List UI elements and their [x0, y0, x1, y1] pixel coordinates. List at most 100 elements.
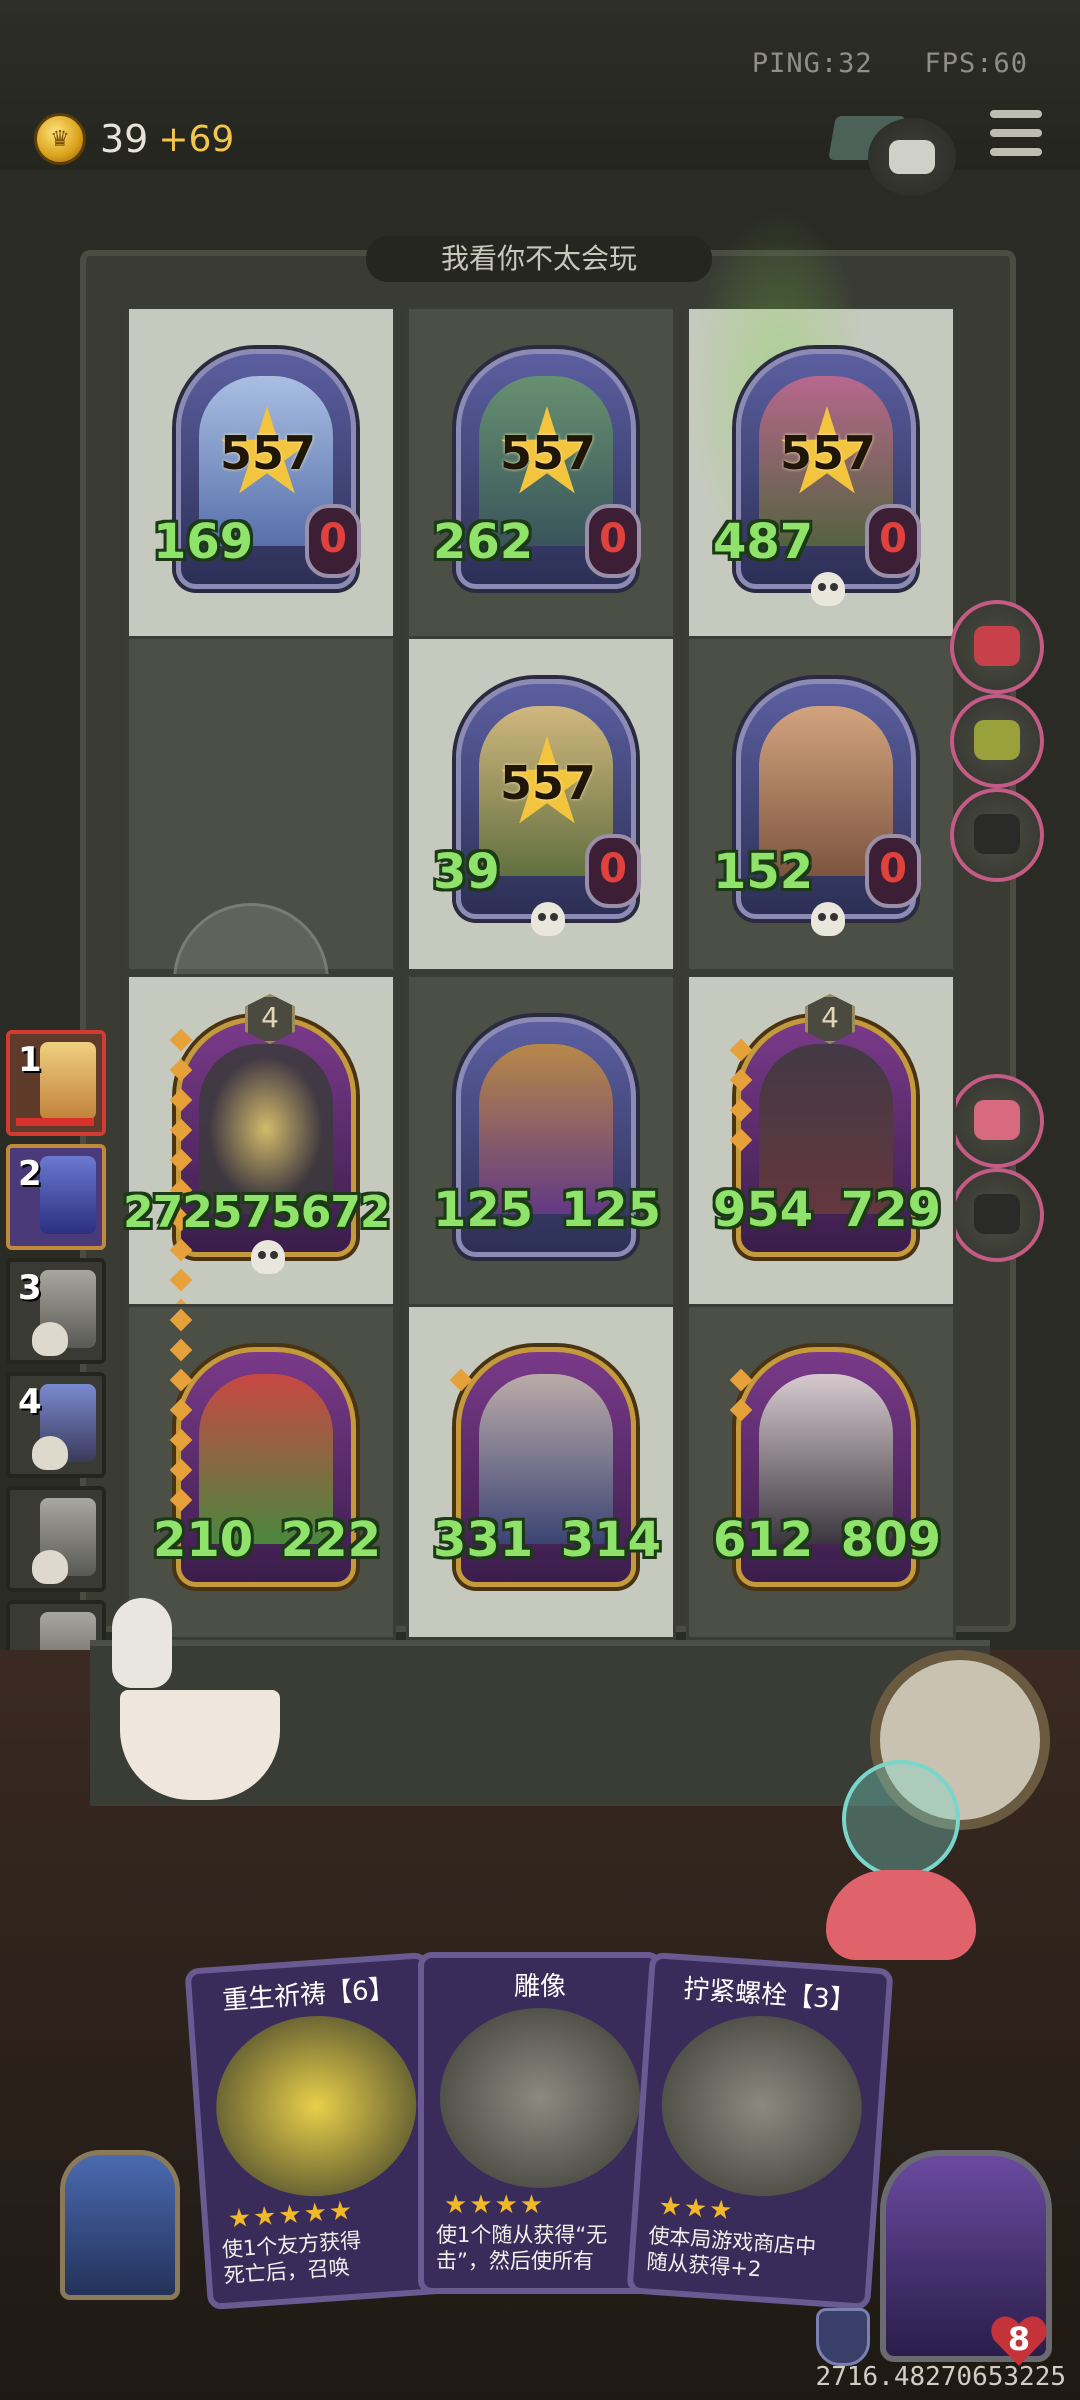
minion-attack: 487: [713, 514, 814, 570]
minion-attack: 152: [713, 844, 814, 900]
card-description: 使1个随从获得“无 击”，然后使所有: [436, 2223, 608, 2273]
skull-icon: [811, 902, 845, 936]
opponent-minion[interactable]: 557 262 0: [433, 349, 641, 589]
skull-icon: [811, 572, 845, 606]
skull-icon: [531, 902, 565, 936]
board-cell[interactable]: 557 487 0: [686, 209, 956, 642]
octopus-mascot[interactable]: [806, 1760, 996, 1960]
board-cell[interactable]: 331 314: [406, 1304, 676, 1640]
rabbit-figure: [112, 1598, 172, 1688]
gold-increment: +69: [158, 118, 235, 160]
player-minion[interactable]: 125 125: [433, 1017, 661, 1257]
buff-gems: [169, 1308, 193, 1512]
trinket-slot[interactable]: [950, 600, 1044, 694]
leaderboard-rank: 3: [18, 1268, 42, 1308]
hero-power-portrait[interactable]: [60, 2150, 180, 2300]
chat-icon[interactable]: [868, 118, 956, 196]
avatar: [40, 1156, 96, 1234]
coordinate-readout: 2716.48270653225: [815, 2362, 1066, 2392]
player-minion[interactable]: 612 809: [713, 1347, 941, 1587]
buff-gems: [449, 1368, 473, 1392]
board-cell[interactable]: 557 169 0: [126, 306, 396, 642]
minion-tier: 4: [805, 994, 855, 1044]
minion-shield: 0: [865, 504, 921, 578]
board-cell[interactable]: 210 222: [126, 1304, 396, 1640]
spell-card[interactable]: 拧紧螺栓【3】 ★★★ 使本局游戏商店中 随从获得+2: [626, 1951, 894, 2311]
spell-card[interactable]: 雕像 ★★★★ 使1个随从获得“无 击”，然后使所有: [418, 1952, 662, 2294]
minion-attack: 125: [433, 1182, 534, 1238]
skull-icon: [32, 1550, 68, 1584]
opponent-minion[interactable]: 557 487 0: [713, 349, 921, 606]
minion-star-value: 557: [779, 426, 877, 480]
minion-star-value: 557: [499, 426, 597, 480]
leaderboard-player[interactable]: [6, 1486, 106, 1592]
spell-card[interactable]: 重生祈祷【6】 ★★★★★ 使1个友方获得 死亡后，召唤: [184, 1951, 452, 2311]
armor-icon[interactable]: [816, 2308, 870, 2366]
buff-gems: [729, 1368, 753, 1422]
card-stars: ★★★★: [444, 2190, 546, 2220]
card-art: [655, 2009, 868, 2203]
skull-icon: [32, 1436, 68, 1470]
minion-star-value: 557: [219, 426, 317, 480]
board-cell[interactable]: 4 954 729: [686, 974, 956, 1310]
minion-stats: 272575672: [123, 1187, 391, 1238]
board-cell[interactable]: 125 125: [406, 974, 676, 1310]
minion-health: 125: [560, 1182, 661, 1238]
player-minion[interactable]: 210 222: [153, 1308, 381, 1587]
minion-health: 314: [560, 1512, 661, 1568]
player-minion[interactable]: 4 272575672: [123, 994, 391, 1382]
health-bar: [16, 1118, 94, 1126]
board-cell[interactable]: [126, 636, 396, 1059]
minion-attack: 262: [433, 514, 534, 570]
minion-shield: 0: [585, 834, 641, 908]
card-art: [440, 2008, 640, 2188]
network-stats: PING:32 FPS:60: [752, 48, 1028, 79]
trinket-slot[interactable]: [950, 694, 1044, 788]
trinket-slot[interactable]: [950, 1168, 1044, 1262]
minion-shield: 0: [585, 504, 641, 578]
board-cell[interactable]: 152 0: [686, 636, 956, 972]
minion-attack: 210: [153, 1512, 254, 1568]
opponent-minion[interactable]: 557 169 0: [153, 349, 361, 589]
leaderboard-player[interactable]: 1: [6, 1030, 106, 1136]
leaderboard-rank: 4: [18, 1382, 42, 1422]
minion-health: 729: [840, 1182, 941, 1238]
leaderboard-player[interactable]: 3: [6, 1258, 106, 1364]
skull-icon: [251, 1240, 285, 1274]
leaderboard-player[interactable]: 2: [6, 1144, 106, 1250]
leaderboard-rank: 1: [18, 1040, 42, 1080]
menu-icon[interactable]: [990, 110, 1042, 156]
player-minion[interactable]: 331 314: [433, 1347, 661, 1587]
board-cell[interactable]: 4 272575672: [123, 974, 396, 1382]
minion-shield: 0: [865, 834, 921, 908]
fps-label: FPS:60: [924, 48, 1028, 79]
minion-attack: 331: [433, 1512, 534, 1568]
board-cell[interactable]: 557 39 0: [406, 636, 676, 972]
jar-icon: [842, 1760, 960, 1878]
coin-icon: ♛: [34, 113, 86, 165]
card-title: 重生祈祷【6】: [221, 1974, 396, 2017]
card-stars: ★★★: [657, 2191, 736, 2227]
minion-attack: 39: [433, 844, 500, 900]
card-art: [210, 2009, 423, 2203]
opponent-minion[interactable]: 152 0: [713, 679, 921, 936]
minion-health: 809: [840, 1512, 941, 1568]
player-minion[interactable]: 4 954 729: [713, 994, 941, 1257]
board-cell[interactable]: 557 262 0: [406, 306, 676, 642]
opponent-minion[interactable]: 557 39 0: [433, 679, 641, 936]
leaderboard-player[interactable]: 4: [6, 1372, 106, 1478]
gold-display: ♛ 39 +69: [34, 112, 234, 166]
trinket-slot[interactable]: [950, 788, 1044, 882]
card-description: 使本局游戏商店中 随从获得+2: [645, 2223, 817, 2282]
minion-attack: 954: [713, 1182, 814, 1238]
avatar: [40, 1042, 96, 1120]
minion-attack: 169: [153, 514, 254, 570]
board-cell[interactable]: 612 809: [686, 1304, 956, 1640]
opponent-name: 我看你不太会玩: [366, 236, 712, 282]
card-title: 拧紧螺栓【3】: [682, 1974, 857, 2017]
minion-star-value: 557: [499, 756, 597, 810]
octopus-body: [826, 1870, 976, 1960]
trinket-slot[interactable]: [950, 1074, 1044, 1168]
leaderboard-rank: 2: [18, 1154, 42, 1194]
minion-attack: 612: [713, 1512, 814, 1568]
